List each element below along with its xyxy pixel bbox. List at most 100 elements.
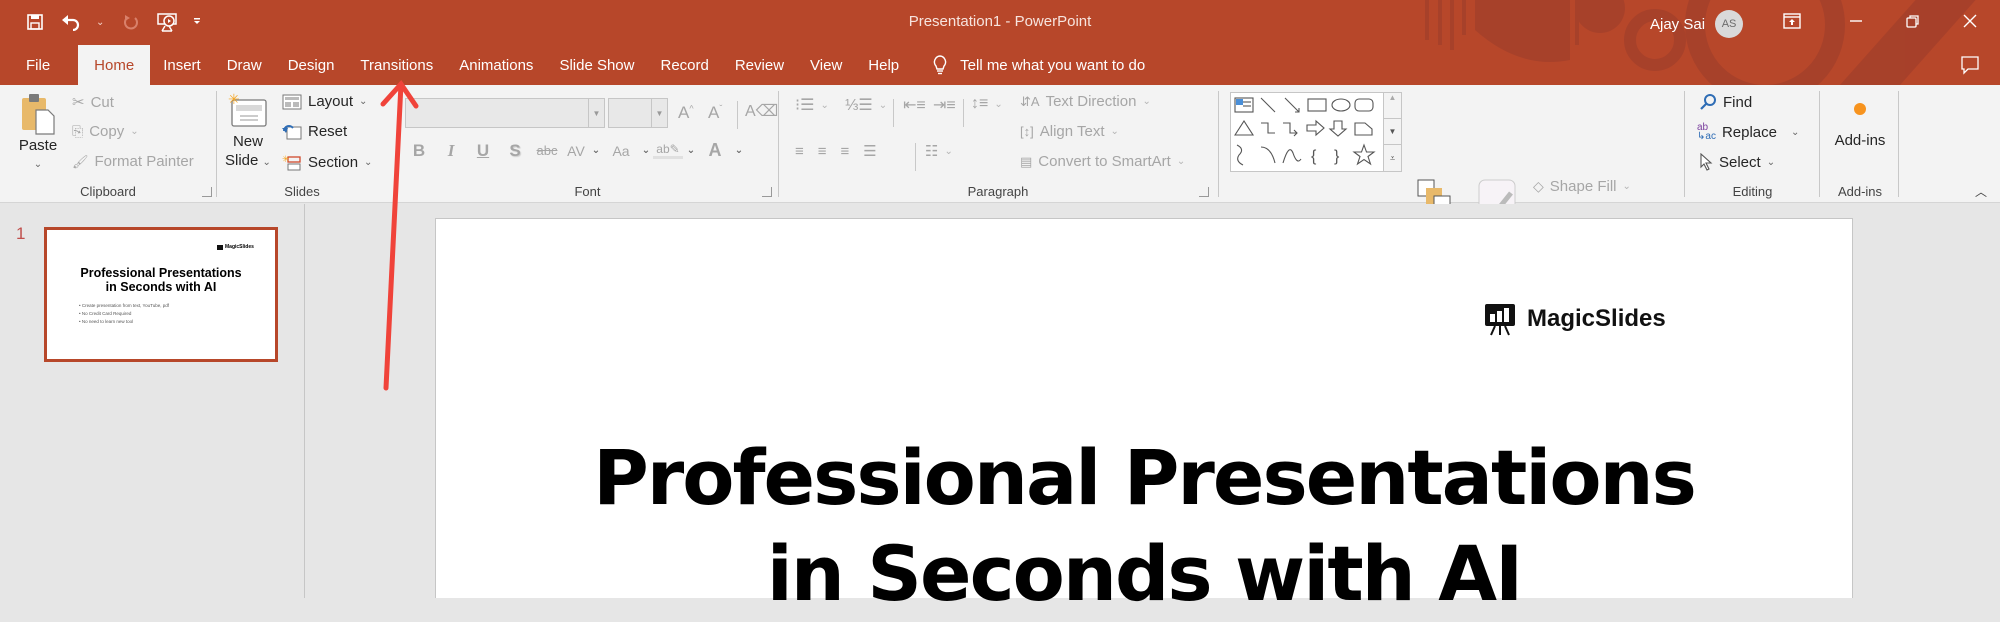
tab-transitions[interactable]: Transitions xyxy=(347,45,446,85)
copy-button[interactable]: ⎘ Copy ⌄ xyxy=(72,123,139,140)
align-left-icon[interactable]: ≡ xyxy=(795,143,804,160)
cut-button[interactable]: ✂ Cut xyxy=(72,93,114,112)
clipboard-dialog-launcher[interactable] xyxy=(202,187,212,197)
font-size-dropdown-icon[interactable]: ▼ xyxy=(651,99,667,127)
alignment-buttons: ≡ ≡ ≡ ☰ xyxy=(795,142,877,161)
tab-file[interactable]: File xyxy=(0,45,64,85)
format-painter-button[interactable]: 🖌 Format Painter xyxy=(72,153,194,170)
align-right-icon[interactable]: ≡ xyxy=(841,143,850,160)
reset-button[interactable]: Reset xyxy=(282,123,347,140)
font-format-buttons: B I U S abc AV ⌄ Aa ⌄ ab✎ ⌄ A ⌄ xyxy=(403,140,747,161)
customize-qat-icon[interactable] xyxy=(192,16,202,29)
magicslides-logo[interactable]: MagicSlides xyxy=(1483,302,1666,336)
slide-pane-divider[interactable] xyxy=(304,204,305,598)
clear-formatting-icon: A⌫ xyxy=(745,103,779,120)
clear-formatting-button[interactable]: A⌫ xyxy=(745,101,778,121)
save-icon[interactable] xyxy=(24,11,46,33)
addins-button[interactable]: Add-ins xyxy=(1832,99,1888,150)
quick-access-toolbar: ⌄ xyxy=(24,8,202,36)
collapse-ribbon-icon[interactable]: ︿ xyxy=(1975,183,1987,200)
bold-button[interactable]: B xyxy=(403,141,435,161)
undo-dropdown-icon[interactable]: ⌄ xyxy=(96,17,106,28)
increase-indent-icon: ⇥≡ xyxy=(933,97,956,114)
justify-icon[interactable]: ☰ xyxy=(863,142,876,160)
new-slide-button[interactable]: ✳ New Slide ⌄ xyxy=(225,92,271,172)
shadow-button[interactable]: S xyxy=(499,141,531,161)
font-color-button[interactable]: A xyxy=(699,140,731,161)
font-color-dropdown-icon[interactable]: ⌄ xyxy=(731,145,747,156)
tab-design[interactable]: Design xyxy=(275,45,348,85)
minimize-button[interactable] xyxy=(1836,6,1876,36)
undo-icon[interactable] xyxy=(60,11,82,33)
font-name-dropdown-icon[interactable]: ▼ xyxy=(588,99,604,127)
italic-button[interactable]: I xyxy=(435,141,467,161)
change-case-button[interactable]: Aa xyxy=(603,143,639,159)
thumbnail-logo-icon xyxy=(217,244,223,250)
shapes-gallery-scrollbar[interactable]: ▲ ▼ ⩡ xyxy=(1383,93,1401,171)
tell-me-search[interactable]: Tell me what you want to do xyxy=(932,45,1145,85)
character-spacing-button[interactable]: AV xyxy=(563,143,589,159)
paste-dropdown-icon[interactable]: ⌄ xyxy=(34,155,42,174)
increase-font-size-button[interactable]: A^ xyxy=(678,103,694,123)
line-spacing-dropdown-icon: ⌄ xyxy=(994,98,1003,110)
numbering-button[interactable]: ⅓☰ ⌄ xyxy=(845,95,887,115)
user-account[interactable]: Ajay Sai AS xyxy=(1650,10,1744,38)
align-center-icon[interactable]: ≡ xyxy=(818,143,827,160)
replace-button[interactable]: ab ↳ac Replace ⌄ xyxy=(1697,123,1799,142)
tab-view[interactable]: View xyxy=(797,45,855,85)
underline-button[interactable]: U xyxy=(467,141,499,161)
gallery-more-icon[interactable]: ⩡ xyxy=(1384,145,1401,171)
change-case-dropdown-icon[interactable]: ⌄ xyxy=(639,145,653,156)
section-button[interactable]: ✳ Section ⌄ xyxy=(282,153,372,171)
copy-dropdown-icon[interactable]: ⌄ xyxy=(130,126,138,137)
font-group: ▼ ▼ A^ Aˇ A⌫ B I U S abc AV ⌄ Aa ⌄ ab✎ ⌄… xyxy=(395,85,780,203)
tab-animations[interactable]: Animations xyxy=(446,45,546,85)
shapes-gallery[interactable]: { } ▲ ▼ ⩡ xyxy=(1230,92,1402,172)
restore-button[interactable] xyxy=(1893,6,1933,36)
tab-draw[interactable]: Draw xyxy=(214,45,275,85)
replace-dropdown-icon[interactable]: ⌄ xyxy=(1791,127,1799,138)
decrease-indent-icon: ⇤≡ xyxy=(903,97,926,114)
character-spacing-dropdown-icon[interactable]: ⌄ xyxy=(589,145,603,156)
tab-help[interactable]: Help xyxy=(855,45,912,85)
close-button[interactable] xyxy=(1950,6,1990,36)
highlight-dropdown-icon[interactable]: ⌄ xyxy=(683,145,699,156)
paste-button[interactable]: Paste ⌄ xyxy=(18,92,58,174)
slide-title[interactable]: Professional Presentations in Seconds wi… xyxy=(435,430,1853,622)
new-slide-dropdown-icon[interactable]: ⌄ xyxy=(263,157,271,168)
ribbon-display-options-button[interactable] xyxy=(1772,6,1812,36)
font-size-combobox[interactable]: ▼ xyxy=(608,98,668,128)
tab-insert[interactable]: Insert xyxy=(150,45,214,85)
bullets-button[interactable]: ⁝☰ ⌄ xyxy=(795,95,829,115)
align-text-button[interactable]: [↕] Align Text ⌄ xyxy=(1020,123,1119,140)
highlight-button[interactable]: ab✎ xyxy=(653,142,683,159)
font-name-combobox[interactable]: ▼ xyxy=(405,98,605,128)
layout-button[interactable]: Layout ⌄ xyxy=(282,93,367,110)
start-from-beginning-icon[interactable] xyxy=(156,11,178,33)
redo-icon[interactable] xyxy=(120,11,142,33)
columns-button[interactable]: ☷ ⌄ xyxy=(925,142,953,160)
font-dialog-launcher[interactable] xyxy=(762,187,772,197)
strikethrough-button[interactable]: abc xyxy=(531,143,563,158)
convert-smartart-button[interactable]: ▤ Convert to SmartArt ⌄ xyxy=(1020,153,1185,170)
comments-button[interactable] xyxy=(1960,55,1980,80)
window-title: Presentation1 - PowerPoint xyxy=(908,13,1092,30)
shape-fill-button[interactable]: ◇ Shape Fill ⌄ xyxy=(1533,178,1631,195)
slide-title-line-1: Professional Presentations xyxy=(593,433,1697,522)
gallery-scroll-up-icon[interactable]: ▲ xyxy=(1384,93,1401,119)
tab-home[interactable]: Home xyxy=(78,45,151,85)
slide-thumbnail[interactable]: MagicSlides Professional Presentations i… xyxy=(44,227,278,362)
increase-indent-button[interactable]: ⇥≡ xyxy=(933,95,956,115)
tab-review[interactable]: Review xyxy=(722,45,797,85)
avatar[interactable]: AS xyxy=(1715,10,1744,38)
paragraph-dialog-launcher[interactable] xyxy=(1199,187,1209,197)
tab-slide-show[interactable]: Slide Show xyxy=(546,45,647,85)
gallery-scroll-down-icon[interactable]: ▼ xyxy=(1384,119,1401,145)
decrease-font-size-button[interactable]: Aˇ xyxy=(708,103,722,123)
select-button[interactable]: Select ⌄ xyxy=(1699,153,1775,171)
tab-record[interactable]: Record xyxy=(647,45,721,85)
decrease-indent-button[interactable]: ⇤≡ xyxy=(903,95,926,115)
line-spacing-button[interactable]: ↕≡ ⌄ xyxy=(971,95,1003,113)
find-button[interactable]: Find xyxy=(1699,93,1752,111)
text-direction-button[interactable]: ⇵A Text Direction ⌄ xyxy=(1020,93,1151,110)
